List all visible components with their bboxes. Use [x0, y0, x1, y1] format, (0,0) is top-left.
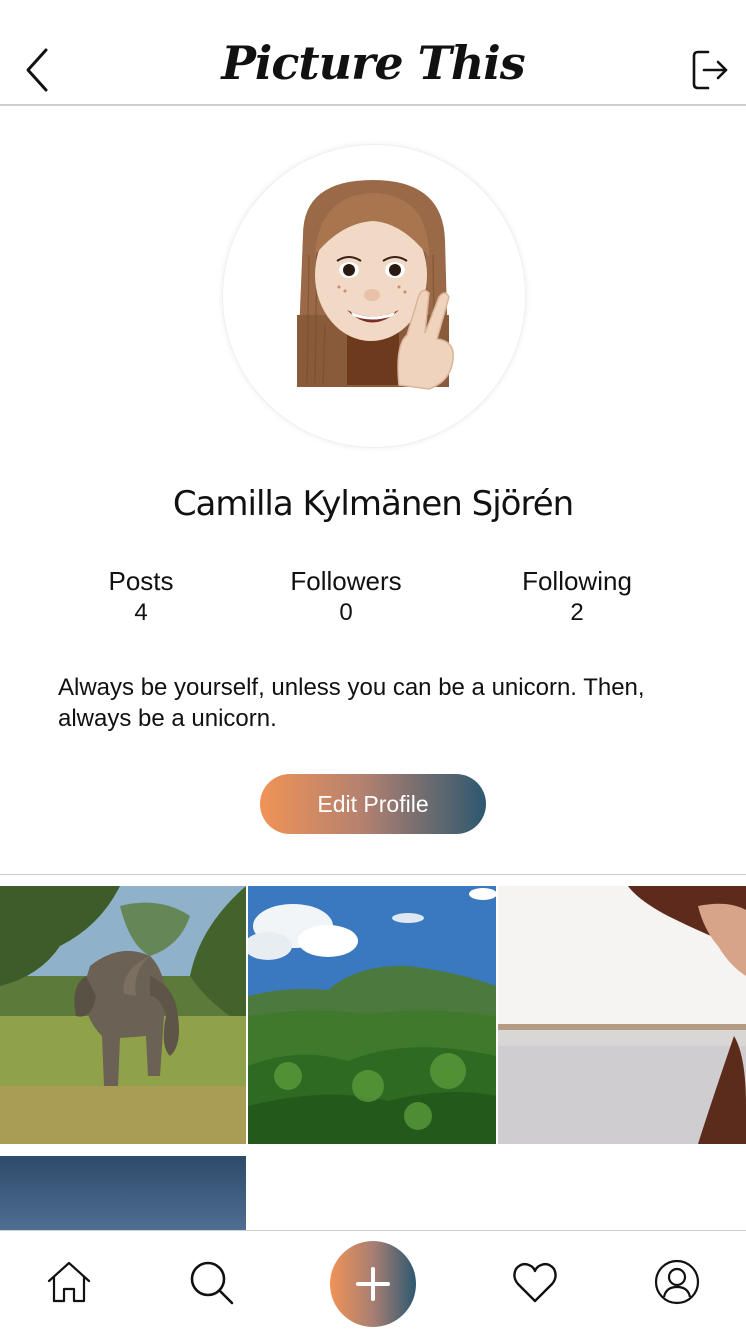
- stat-posts[interactable]: Posts 4: [31, 566, 251, 627]
- add-post-button[interactable]: [330, 1241, 416, 1327]
- bottom-nav: [0, 1230, 746, 1334]
- memoji-avatar-image: [297, 180, 454, 390]
- avatar[interactable]: [222, 144, 526, 448]
- photo-elephant[interactable]: [0, 886, 246, 1144]
- photo-grid: [0, 886, 746, 1230]
- home-icon[interactable]: [44, 1257, 94, 1307]
- photo-hat-lake[interactable]: [498, 886, 746, 1144]
- profile-stats: Posts 4 Followers 0 Following 2: [0, 566, 746, 636]
- logout-icon[interactable]: [690, 48, 730, 92]
- app-header: Picture This: [0, 0, 746, 106]
- edit-profile-button[interactable]: Edit Profile: [260, 774, 486, 834]
- divider: [0, 874, 746, 875]
- stat-value: 2: [570, 599, 584, 626]
- plus-icon: [356, 1267, 390, 1301]
- profile-bio: Always be yourself, unless you can be a …: [58, 674, 645, 732]
- stat-label: Following: [522, 566, 632, 596]
- profile-icon[interactable]: [652, 1257, 702, 1307]
- photo-sky[interactable]: [0, 1156, 246, 1230]
- stat-label: Followers: [290, 566, 402, 596]
- app-title: Picture This: [221, 36, 525, 90]
- search-icon[interactable]: [186, 1257, 236, 1307]
- photo-mountain-jungle[interactable]: [248, 886, 496, 1144]
- stat-followers[interactable]: Followers 0: [236, 566, 456, 627]
- stat-following[interactable]: Following 2: [467, 566, 687, 627]
- stat-label: Posts: [108, 566, 174, 596]
- stat-value: 0: [339, 599, 353, 626]
- heart-icon[interactable]: [510, 1257, 560, 1307]
- profile-name: Camilla Kylmänen Sjörén: [172, 484, 574, 524]
- stat-value: 4: [134, 599, 148, 626]
